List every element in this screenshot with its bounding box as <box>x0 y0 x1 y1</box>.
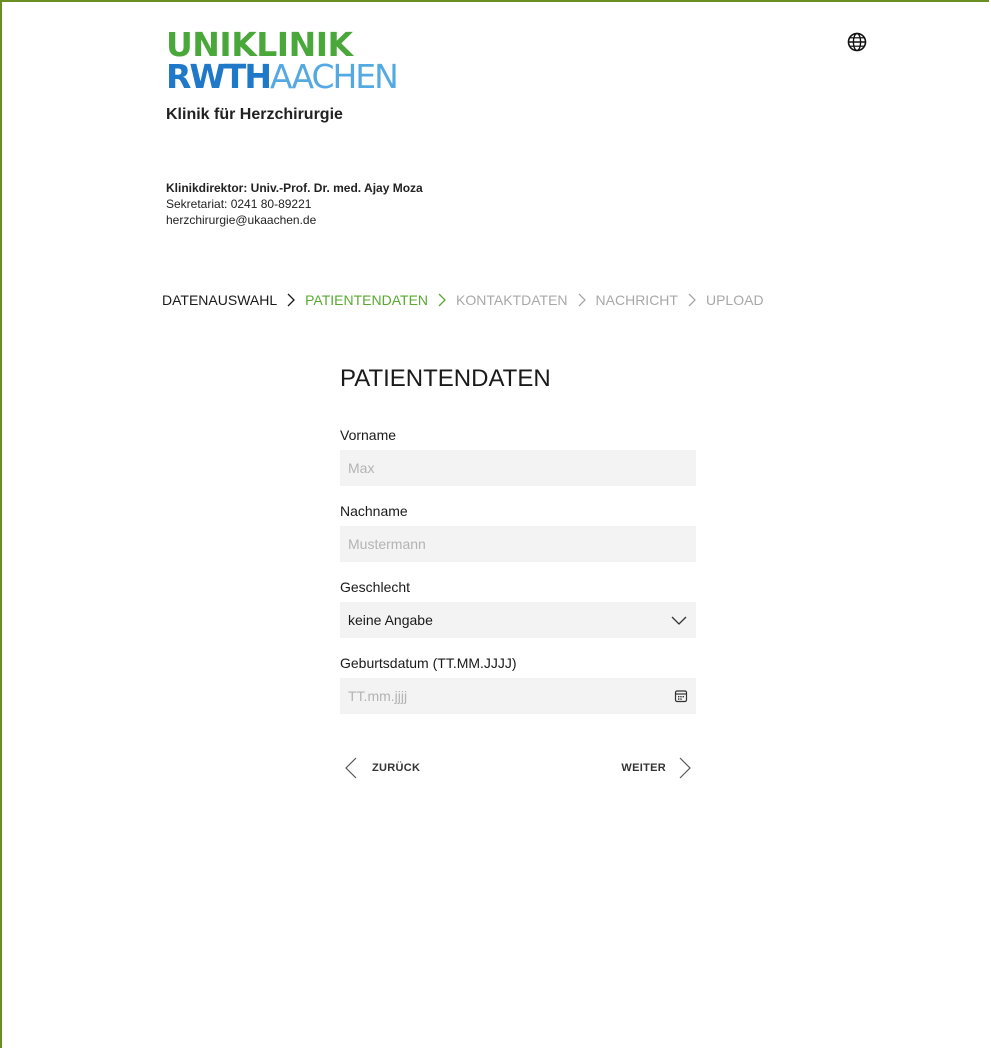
gender-selected-value: keine Angabe <box>348 612 433 628</box>
form-title: PATIENTENDATEN <box>340 365 551 392</box>
chevron-left-icon <box>345 757 357 779</box>
logo-rwth-aachen-text: RWTHAACHEN <box>166 60 406 94</box>
step-breadcrumb: DATENAUSWAHL PATIENTENDATEN KONTAKTDATEN… <box>162 292 764 308</box>
director-name: Klinikdirektor: Univ.-Prof. Dr. med. Aja… <box>166 181 423 195</box>
chevron-down-icon <box>671 616 687 625</box>
gender-select[interactable]: keine Angabe <box>340 602 696 638</box>
gender-label: Geschlecht <box>340 579 411 595</box>
step-upload[interactable]: UPLOAD <box>706 292 764 308</box>
chevron-right-icon <box>679 757 691 779</box>
logo-aachen-text: AACHEN <box>269 57 399 96</box>
language-button[interactable] <box>846 31 868 53</box>
contact-info: Klinikdirektor: Univ.-Prof. Dr. med. Aja… <box>166 180 423 228</box>
chevron-right-icon <box>688 293 696 307</box>
birthdate-input[interactable]: TT.mm.jjjj <box>340 678 696 714</box>
next-button-label: WEITER <box>621 762 666 774</box>
back-button-label: ZURÜCK <box>372 762 421 774</box>
birthdate-placeholder: TT.mm.jjjj <box>348 688 408 704</box>
step-patientendaten[interactable]: PATIENTENDATEN <box>305 292 428 308</box>
secretariat-phone: Sekretariat: 0241 80-89221 <box>166 197 312 211</box>
step-kontaktdaten[interactable]: KONTAKTDATEN <box>456 292 568 308</box>
step-datenauswahl[interactable]: DATENAUSWAHL <box>162 292 277 308</box>
lastname-label: Nachname <box>340 503 408 519</box>
step-nachricht[interactable]: NACHRICHT <box>596 292 678 308</box>
chevron-right-icon <box>578 293 586 307</box>
next-button[interactable]: WEITER <box>621 756 696 780</box>
firstname-input[interactable] <box>340 450 696 486</box>
form-navigation: ZURÜCK WEITER <box>340 754 696 782</box>
lastname-input[interactable] <box>340 526 696 562</box>
birthdate-label: Geburtsdatum (TT.MM.JJJJ) <box>340 655 517 671</box>
uniklinik-logo: UNIKLINIK RWTHAACHEN <box>166 25 406 94</box>
chevron-right-icon <box>438 293 446 307</box>
logo-uniklinik-text: UNIKLINIK <box>166 25 353 64</box>
contact-email: herzchirurgie@ukaachen.de <box>166 213 317 227</box>
chevron-right-icon <box>287 293 296 307</box>
globe-icon <box>847 32 867 52</box>
back-button[interactable]: ZURÜCK <box>340 756 420 780</box>
calendar-icon[interactable] <box>674 689 688 703</box>
logo-rwth-text: RWTH <box>166 57 272 96</box>
clinic-name: Klinik für Herzchirurgie <box>166 106 343 123</box>
firstname-label: Vorname <box>340 427 397 443</box>
patient-data-form: PATIENTENDATEN Vorname Nachname Geschlec… <box>340 362 696 782</box>
